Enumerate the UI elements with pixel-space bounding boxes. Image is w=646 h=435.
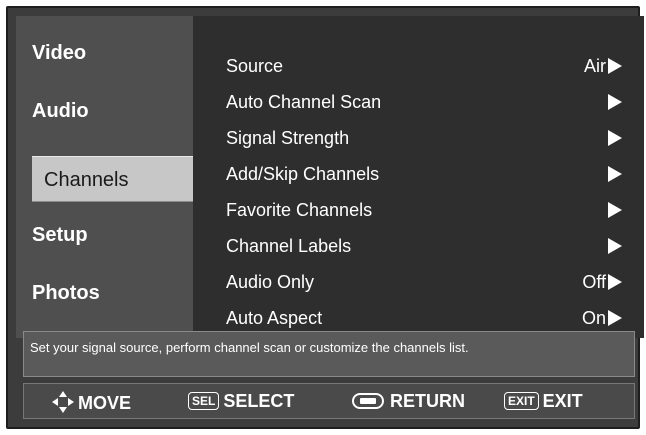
menu-row-source[interactable]: Source Air xyxy=(193,48,644,84)
sidebar-item-label: Video xyxy=(32,42,87,64)
menu-row-value: On xyxy=(581,308,606,328)
sidebar-item-photos[interactable]: Photos xyxy=(16,282,193,305)
menu-row-add-skip-channels[interactable]: Add/Skip Channels xyxy=(193,156,644,192)
select-hint: SEL SELECT xyxy=(188,391,294,412)
select-label: SELECT xyxy=(223,391,295,411)
sidebar-item-label: Setup xyxy=(32,224,88,246)
menu-row-audio-only[interactable]: Audio Only Off xyxy=(193,264,644,300)
arrow-right-icon xyxy=(608,238,622,254)
sidebar-item-video[interactable]: Video xyxy=(16,42,193,65)
menu-row-label: Channel Labels xyxy=(226,236,352,256)
menu-row-value: Off xyxy=(582,272,606,292)
menu-row-label: Audio Only xyxy=(226,272,315,292)
menu-row-label: Signal Strength xyxy=(226,128,350,148)
sidebar-item-label: Photos xyxy=(32,282,100,304)
return-key-icon xyxy=(352,393,384,409)
sidebar-item-channels[interactable]: Channels xyxy=(32,156,193,202)
menu-row-signal-strength[interactable]: Signal Strength xyxy=(193,120,644,156)
arrow-right-icon xyxy=(608,310,622,326)
arrow-right-icon xyxy=(608,130,622,146)
sidebar-item-label: Channels xyxy=(44,169,129,191)
menu-row-label: Auto Channel Scan xyxy=(226,92,382,112)
sidebar: Video Audio Channels Setup Photos xyxy=(16,16,193,338)
arrow-right-icon xyxy=(608,202,622,218)
return-label: RETURN xyxy=(390,391,465,411)
footer-key-guide: MOVE SEL SELECT RETURN EXIT EXIT xyxy=(23,383,635,419)
return-hint: RETURN xyxy=(352,391,465,412)
menu-row-label: Favorite Channels xyxy=(226,200,373,220)
channels-menu-panel: Source Air Auto Channel Scan Signal Stre… xyxy=(193,16,644,338)
menu-row-label: Add/Skip Channels xyxy=(226,164,380,184)
help-text: Set your signal source, perform channel … xyxy=(30,340,469,355)
arrow-right-icon xyxy=(608,58,622,74)
menu-row-value: Air xyxy=(584,56,606,76)
sidebar-item-setup[interactable]: Setup xyxy=(16,224,193,247)
menu-row-auto-channel-scan[interactable]: Auto Channel Scan xyxy=(193,84,644,120)
sidebar-item-audio[interactable]: Audio xyxy=(16,100,193,123)
exit-label: EXIT xyxy=(542,391,583,411)
help-bar: Set your signal source, perform channel … xyxy=(23,331,635,377)
exit-key-icon: EXIT xyxy=(504,392,539,410)
dpad-arrows-icon xyxy=(52,391,74,413)
menu-row-label: Source xyxy=(226,56,284,76)
exit-hint: EXIT EXIT xyxy=(504,391,583,412)
sel-key-icon: SEL xyxy=(188,392,220,410)
menu-row-channel-labels[interactable]: Channel Labels xyxy=(193,228,644,264)
menu-row-favorite-channels[interactable]: Favorite Channels xyxy=(193,192,644,228)
move-hint: MOVE xyxy=(52,391,131,414)
arrow-right-icon xyxy=(608,274,622,290)
arrow-right-icon xyxy=(608,166,622,182)
sidebar-item-label: Audio xyxy=(32,100,89,122)
arrow-right-icon xyxy=(608,94,622,110)
menu-row-label: Auto Aspect xyxy=(226,308,323,328)
move-label: MOVE xyxy=(78,393,132,413)
